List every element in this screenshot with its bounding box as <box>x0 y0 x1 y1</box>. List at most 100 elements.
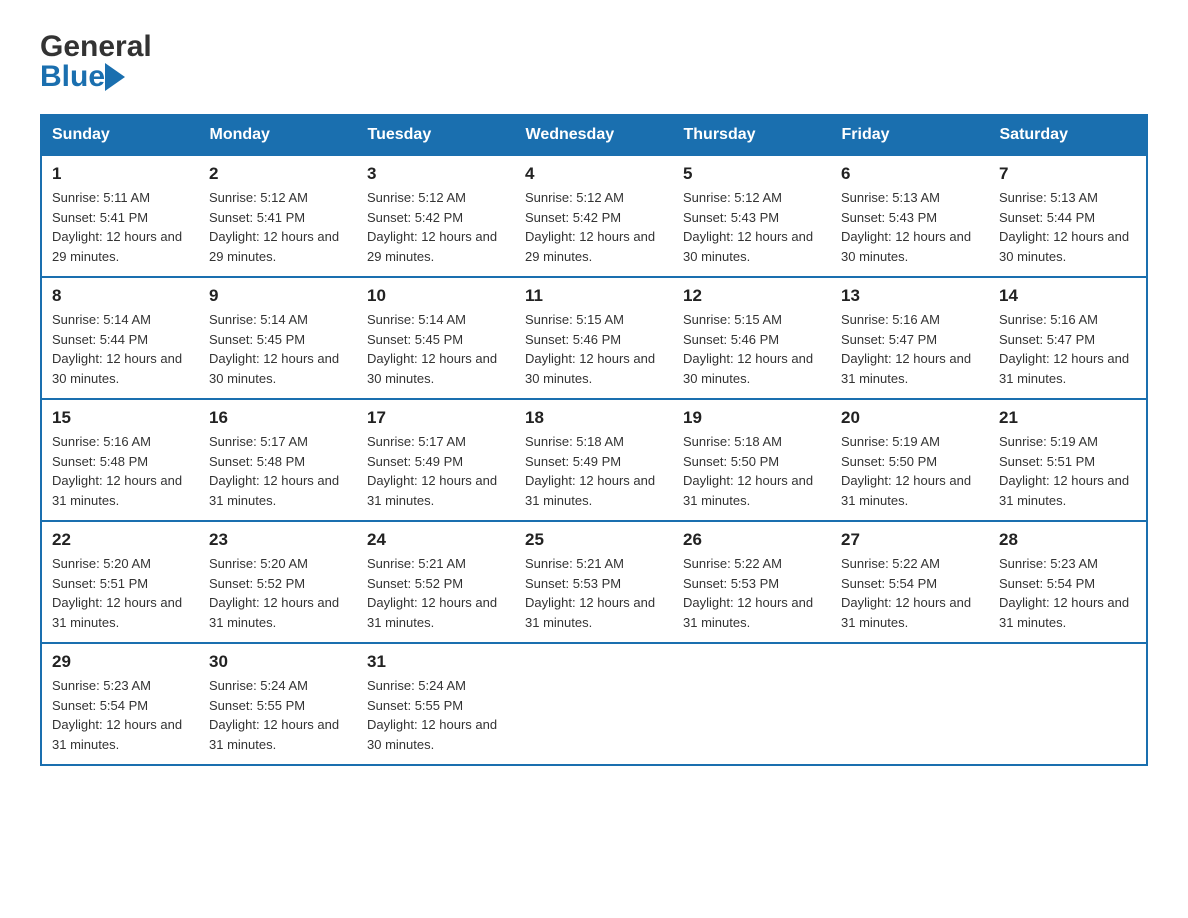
logo: GeneralBlue <box>40 30 152 94</box>
calendar-cell: 9 Sunrise: 5:14 AMSunset: 5:45 PMDayligh… <box>199 277 357 399</box>
day-info: Sunrise: 5:13 AMSunset: 5:43 PMDaylight:… <box>841 188 979 266</box>
calendar-cell <box>515 643 673 765</box>
day-number: 12 <box>683 286 821 306</box>
calendar-cell: 26 Sunrise: 5:22 AMSunset: 5:53 PMDaylig… <box>673 521 831 643</box>
logo-triangle-icon <box>105 63 125 91</box>
weekday-header-thursday: Thursday <box>673 115 831 155</box>
day-info: Sunrise: 5:17 AMSunset: 5:49 PMDaylight:… <box>367 432 505 510</box>
calendar-cell: 18 Sunrise: 5:18 AMSunset: 5:49 PMDaylig… <box>515 399 673 521</box>
calendar-cell: 21 Sunrise: 5:19 AMSunset: 5:51 PMDaylig… <box>989 399 1147 521</box>
day-number: 9 <box>209 286 347 306</box>
day-info: Sunrise: 5:21 AMSunset: 5:53 PMDaylight:… <box>525 554 663 632</box>
day-number: 28 <box>999 530 1136 550</box>
day-number: 26 <box>683 530 821 550</box>
day-number: 16 <box>209 408 347 428</box>
day-info: Sunrise: 5:11 AMSunset: 5:41 PMDaylight:… <box>52 188 189 266</box>
calendar-cell: 11 Sunrise: 5:15 AMSunset: 5:46 PMDaylig… <box>515 277 673 399</box>
calendar-cell <box>989 643 1147 765</box>
day-number: 5 <box>683 164 821 184</box>
day-number: 4 <box>525 164 663 184</box>
calendar-cell: 25 Sunrise: 5:21 AMSunset: 5:53 PMDaylig… <box>515 521 673 643</box>
calendar-cell: 7 Sunrise: 5:13 AMSunset: 5:44 PMDayligh… <box>989 155 1147 277</box>
day-info: Sunrise: 5:17 AMSunset: 5:48 PMDaylight:… <box>209 432 347 510</box>
calendar-cell: 22 Sunrise: 5:20 AMSunset: 5:51 PMDaylig… <box>41 521 199 643</box>
calendar-cell: 2 Sunrise: 5:12 AMSunset: 5:41 PMDayligh… <box>199 155 357 277</box>
day-number: 6 <box>841 164 979 184</box>
day-number: 24 <box>367 530 505 550</box>
day-number: 21 <box>999 408 1136 428</box>
calendar-cell: 19 Sunrise: 5:18 AMSunset: 5:50 PMDaylig… <box>673 399 831 521</box>
day-info: Sunrise: 5:18 AMSunset: 5:49 PMDaylight:… <box>525 432 663 510</box>
day-number: 14 <box>999 286 1136 306</box>
day-number: 7 <box>999 164 1136 184</box>
calendar-cell: 8 Sunrise: 5:14 AMSunset: 5:44 PMDayligh… <box>41 277 199 399</box>
calendar-cell: 20 Sunrise: 5:19 AMSunset: 5:50 PMDaylig… <box>831 399 989 521</box>
logo-blue-word: Blue <box>40 60 105 94</box>
day-number: 31 <box>367 652 505 672</box>
day-info: Sunrise: 5:12 AMSunset: 5:42 PMDaylight:… <box>367 188 505 266</box>
day-number: 19 <box>683 408 821 428</box>
calendar-cell: 27 Sunrise: 5:22 AMSunset: 5:54 PMDaylig… <box>831 521 989 643</box>
calendar-cell: 31 Sunrise: 5:24 AMSunset: 5:55 PMDaylig… <box>357 643 515 765</box>
day-number: 10 <box>367 286 505 306</box>
day-info: Sunrise: 5:21 AMSunset: 5:52 PMDaylight:… <box>367 554 505 632</box>
calendar-cell: 4 Sunrise: 5:12 AMSunset: 5:42 PMDayligh… <box>515 155 673 277</box>
calendar-week-row: 22 Sunrise: 5:20 AMSunset: 5:51 PMDaylig… <box>41 521 1147 643</box>
day-number: 11 <box>525 286 663 306</box>
calendar-cell: 1 Sunrise: 5:11 AMSunset: 5:41 PMDayligh… <box>41 155 199 277</box>
calendar-cell: 15 Sunrise: 5:16 AMSunset: 5:48 PMDaylig… <box>41 399 199 521</box>
day-number: 17 <box>367 408 505 428</box>
day-info: Sunrise: 5:19 AMSunset: 5:50 PMDaylight:… <box>841 432 979 510</box>
day-info: Sunrise: 5:22 AMSunset: 5:53 PMDaylight:… <box>683 554 821 632</box>
day-info: Sunrise: 5:19 AMSunset: 5:51 PMDaylight:… <box>999 432 1136 510</box>
day-number: 18 <box>525 408 663 428</box>
day-info: Sunrise: 5:12 AMSunset: 5:43 PMDaylight:… <box>683 188 821 266</box>
day-number: 3 <box>367 164 505 184</box>
day-info: Sunrise: 5:20 AMSunset: 5:52 PMDaylight:… <box>209 554 347 632</box>
calendar-cell: 30 Sunrise: 5:24 AMSunset: 5:55 PMDaylig… <box>199 643 357 765</box>
day-number: 20 <box>841 408 979 428</box>
weekday-header-wednesday: Wednesday <box>515 115 673 155</box>
day-number: 23 <box>209 530 347 550</box>
day-info: Sunrise: 5:14 AMSunset: 5:45 PMDaylight:… <box>367 310 505 388</box>
calendar-cell: 13 Sunrise: 5:16 AMSunset: 5:47 PMDaylig… <box>831 277 989 399</box>
weekday-header-monday: Monday <box>199 115 357 155</box>
day-info: Sunrise: 5:15 AMSunset: 5:46 PMDaylight:… <box>683 310 821 388</box>
day-info: Sunrise: 5:16 AMSunset: 5:47 PMDaylight:… <box>841 310 979 388</box>
calendar-week-row: 29 Sunrise: 5:23 AMSunset: 5:54 PMDaylig… <box>41 643 1147 765</box>
calendar-week-row: 15 Sunrise: 5:16 AMSunset: 5:48 PMDaylig… <box>41 399 1147 521</box>
calendar-table: SundayMondayTuesdayWednesdayThursdayFrid… <box>40 114 1148 766</box>
logo-general-word: General <box>40 30 152 64</box>
weekday-header-friday: Friday <box>831 115 989 155</box>
calendar-cell: 14 Sunrise: 5:16 AMSunset: 5:47 PMDaylig… <box>989 277 1147 399</box>
day-number: 1 <box>52 164 189 184</box>
day-info: Sunrise: 5:16 AMSunset: 5:47 PMDaylight:… <box>999 310 1136 388</box>
calendar-cell <box>673 643 831 765</box>
weekday-header-row: SundayMondayTuesdayWednesdayThursdayFrid… <box>41 115 1147 155</box>
day-info: Sunrise: 5:15 AMSunset: 5:46 PMDaylight:… <box>525 310 663 388</box>
calendar-cell: 12 Sunrise: 5:15 AMSunset: 5:46 PMDaylig… <box>673 277 831 399</box>
calendar-cell: 10 Sunrise: 5:14 AMSunset: 5:45 PMDaylig… <box>357 277 515 399</box>
day-number: 13 <box>841 286 979 306</box>
calendar-cell: 16 Sunrise: 5:17 AMSunset: 5:48 PMDaylig… <box>199 399 357 521</box>
calendar-cell: 28 Sunrise: 5:23 AMSunset: 5:54 PMDaylig… <box>989 521 1147 643</box>
calendar-week-row: 1 Sunrise: 5:11 AMSunset: 5:41 PMDayligh… <box>41 155 1147 277</box>
day-info: Sunrise: 5:14 AMSunset: 5:44 PMDaylight:… <box>52 310 189 388</box>
weekday-header-tuesday: Tuesday <box>357 115 515 155</box>
day-number: 30 <box>209 652 347 672</box>
calendar-cell <box>831 643 989 765</box>
calendar-cell: 6 Sunrise: 5:13 AMSunset: 5:43 PMDayligh… <box>831 155 989 277</box>
day-info: Sunrise: 5:16 AMSunset: 5:48 PMDaylight:… <box>52 432 189 510</box>
day-info: Sunrise: 5:13 AMSunset: 5:44 PMDaylight:… <box>999 188 1136 266</box>
day-info: Sunrise: 5:24 AMSunset: 5:55 PMDaylight:… <box>209 676 347 754</box>
day-info: Sunrise: 5:20 AMSunset: 5:51 PMDaylight:… <box>52 554 189 632</box>
day-number: 2 <box>209 164 347 184</box>
day-info: Sunrise: 5:12 AMSunset: 5:41 PMDaylight:… <box>209 188 347 266</box>
calendar-cell: 29 Sunrise: 5:23 AMSunset: 5:54 PMDaylig… <box>41 643 199 765</box>
day-number: 8 <box>52 286 189 306</box>
calendar-cell: 17 Sunrise: 5:17 AMSunset: 5:49 PMDaylig… <box>357 399 515 521</box>
day-info: Sunrise: 5:12 AMSunset: 5:42 PMDaylight:… <box>525 188 663 266</box>
day-info: Sunrise: 5:24 AMSunset: 5:55 PMDaylight:… <box>367 676 505 754</box>
calendar-cell: 24 Sunrise: 5:21 AMSunset: 5:52 PMDaylig… <box>357 521 515 643</box>
day-number: 22 <box>52 530 189 550</box>
